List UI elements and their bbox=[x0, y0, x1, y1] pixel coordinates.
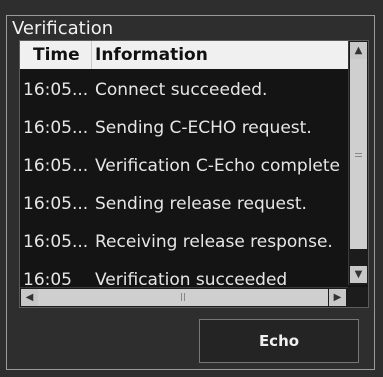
row-information: Sending C-ECHO request. bbox=[95, 118, 312, 138]
row-time: 16:05... bbox=[23, 156, 89, 176]
table-row[interactable]: 16:05... Verification C-Echo complete bbox=[20, 145, 349, 183]
horizontal-scroll-thumb[interactable] bbox=[38, 289, 328, 306]
row-information: Verification C-Echo complete bbox=[95, 156, 340, 176]
table-row[interactable]: 16:05... Sending release request. bbox=[20, 183, 349, 221]
row-time: 16:05... bbox=[23, 194, 89, 214]
scroll-down-arrow-icon[interactable]: ▼ bbox=[350, 266, 367, 283]
vertical-scrollbar[interactable]: ▲ ▼ bbox=[348, 41, 368, 285]
column-separator[interactable] bbox=[91, 41, 92, 69]
row-information: Receiving release response. bbox=[95, 232, 333, 252]
row-time: 16:05 bbox=[23, 270, 72, 285]
row-time: 16:05... bbox=[23, 232, 89, 252]
grid-header: Time Information bbox=[20, 41, 349, 69]
horizontal-scrollbar[interactable]: ◀ ▶ bbox=[20, 287, 349, 307]
table-row[interactable]: 16:05... Receiving release response. bbox=[20, 221, 349, 259]
table-row[interactable]: 16:05... Connect succeeded. bbox=[20, 69, 349, 107]
scrollbar-corner bbox=[348, 287, 368, 307]
scroll-right-arrow-icon[interactable]: ▶ bbox=[329, 289, 346, 306]
column-header-time[interactable]: Time bbox=[33, 45, 80, 65]
scroll-up-arrow-icon[interactable]: ▲ bbox=[350, 42, 367, 59]
table-row[interactable]: 16:05 Verification succeeded bbox=[20, 259, 349, 285]
vertical-scroll-thumb[interactable] bbox=[350, 59, 367, 249]
group-title: Verification bbox=[11, 18, 115, 40]
row-information: Connect succeeded. bbox=[95, 80, 268, 100]
table-row[interactable]: 16:05... Sending C-ECHO request. bbox=[20, 107, 349, 145]
scroll-left-arrow-icon[interactable]: ◀ bbox=[21, 289, 38, 306]
row-information: Verification succeeded bbox=[95, 270, 288, 285]
row-information: Sending release request. bbox=[95, 194, 307, 214]
echo-button[interactable]: Echo bbox=[199, 319, 359, 363]
row-time: 16:05... bbox=[23, 80, 89, 100]
column-header-information[interactable]: Information bbox=[95, 45, 208, 65]
grid-body: Time Information 16:05... Connect succee… bbox=[20, 41, 349, 285]
log-grid[interactable]: Time Information 16:05... Connect succee… bbox=[19, 40, 369, 308]
row-time: 16:05... bbox=[23, 118, 89, 138]
